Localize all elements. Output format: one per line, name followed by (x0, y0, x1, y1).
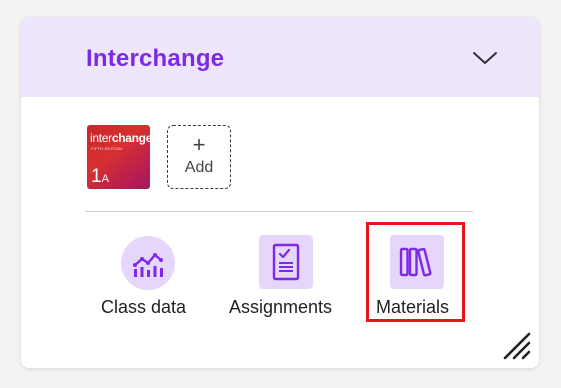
card-header: Interchange (21, 17, 539, 97)
plus-icon: + (192, 132, 206, 157)
assignments-button[interactable] (259, 235, 313, 289)
resize-handle-icon[interactable] (502, 331, 532, 361)
chevron-down-icon[interactable] (471, 49, 499, 67)
chart-icon (133, 253, 163, 277)
book-brand: interchange (90, 131, 150, 145)
materials-highlight-box (366, 222, 465, 322)
book-edition: FIFTH EDITION (91, 146, 123, 151)
add-button[interactable]: + Add (167, 125, 231, 189)
divider (85, 211, 473, 212)
assignments-label[interactable]: Assignments (229, 297, 332, 318)
class-data-label[interactable]: Class data (101, 297, 186, 318)
card-title: Interchange (86, 45, 225, 72)
clipboard-icon (272, 243, 300, 281)
course-card: Interchange interchange FIFTH EDITION 1A… (21, 17, 539, 368)
add-label: Add (184, 159, 214, 176)
book-cover[interactable]: interchange FIFTH EDITION 1A (87, 125, 150, 189)
class-data-button[interactable] (121, 236, 175, 290)
book-level: 1A (91, 166, 109, 187)
